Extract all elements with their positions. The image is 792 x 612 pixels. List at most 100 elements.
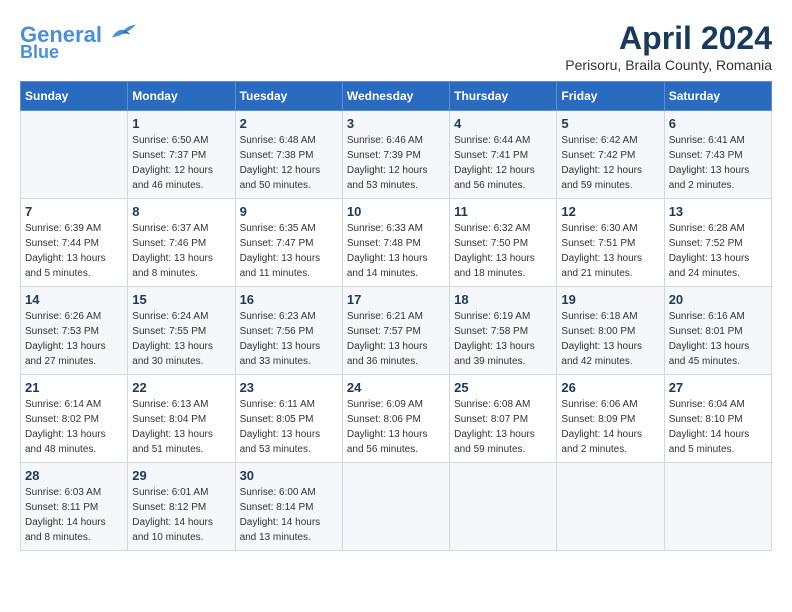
calendar-header-row: SundayMondayTuesdayWednesdayThursdayFrid… [21, 82, 772, 111]
day-number: 19 [561, 292, 659, 307]
day-number: 16 [240, 292, 338, 307]
day-number: 6 [669, 116, 767, 131]
day-number: 5 [561, 116, 659, 131]
page-header: General Blue April 2024 Perisoru, Braila… [20, 20, 772, 73]
logo-bird-icon [110, 20, 138, 42]
day-info: Sunrise: 6:32 AMSunset: 7:50 PMDaylight:… [454, 221, 552, 281]
calendar-cell: 17 Sunrise: 6:21 AMSunset: 7:57 PMDayligh… [342, 287, 449, 375]
calendar-cell: 14Sunrise: 6:26 AMSunset: 7:53 PMDayligh… [21, 287, 128, 375]
calendar-cell: 22Sunrise: 6:13 AMSunset: 8:04 PMDayligh… [128, 375, 235, 463]
calendar-cell [342, 463, 449, 551]
calendar-cell: 5 Sunrise: 6:42 AMSunset: 7:42 PMDaylight… [557, 111, 664, 199]
day-number: 26 [561, 380, 659, 395]
day-number: 25 [454, 380, 552, 395]
subtitle: Perisoru, Braila County, Romania [565, 57, 772, 73]
day-number: 12 [561, 204, 659, 219]
day-info: Sunrise: 6:39 AMSunset: 7:44 PMDaylight:… [25, 221, 123, 281]
calendar-cell: 15Sunrise: 6:24 AMSunset: 7:55 PMDayligh… [128, 287, 235, 375]
day-info: Sunrise: 6:19 AMSunset: 7:58 PMDaylight:… [454, 309, 552, 369]
month-title: April 2024 [565, 20, 772, 57]
day-info: Sunrise: 6:00 AMSunset: 8:14 PMDaylight:… [240, 485, 338, 545]
day-number: 21 [25, 380, 123, 395]
week-row-2: 7 Sunrise: 6:39 AMSunset: 7:44 PMDaylight… [21, 199, 772, 287]
day-info: Sunrise: 6:01 AMSunset: 8:12 PMDaylight:… [132, 485, 230, 545]
day-info: Sunrise: 6:30 AMSunset: 7:51 PMDaylight:… [561, 221, 659, 281]
header-tuesday: Tuesday [235, 82, 342, 111]
day-info: Sunrise: 6:35 AMSunset: 7:47 PMDaylight:… [240, 221, 338, 281]
day-info: Sunrise: 6:44 AMSunset: 7:41 PMDaylight:… [454, 133, 552, 193]
calendar-cell: 18 Sunrise: 6:19 AMSunset: 7:58 PMDayligh… [450, 287, 557, 375]
day-info: Sunrise: 6:03 AMSunset: 8:11 PMDaylight:… [25, 485, 123, 545]
week-row-3: 14Sunrise: 6:26 AMSunset: 7:53 PMDayligh… [21, 287, 772, 375]
day-info: Sunrise: 6:50 AMSunset: 7:37 PMDaylight:… [132, 133, 230, 193]
calendar-cell [450, 463, 557, 551]
day-number: 8 [132, 204, 230, 219]
calendar-cell: 4 Sunrise: 6:44 AMSunset: 7:41 PMDaylight… [450, 111, 557, 199]
week-row-5: 28 Sunrise: 6:03 AMSunset: 8:11 PMDayligh… [21, 463, 772, 551]
calendar-cell [557, 463, 664, 551]
day-info: Sunrise: 6:37 AMSunset: 7:46 PMDaylight:… [132, 221, 230, 281]
header-thursday: Thursday [450, 82, 557, 111]
calendar-cell: 16 Sunrise: 6:23 AMSunset: 7:56 PMDayligh… [235, 287, 342, 375]
day-info: Sunrise: 6:26 AMSunset: 7:53 PMDaylight:… [25, 309, 123, 369]
day-info: Sunrise: 6:46 AMSunset: 7:39 PMDaylight:… [347, 133, 445, 193]
calendar-cell: 1Sunrise: 6:50 AMSunset: 7:37 PMDaylight… [128, 111, 235, 199]
day-info: Sunrise: 6:06 AMSunset: 8:09 PMDaylight:… [561, 397, 659, 457]
calendar-cell: 8 Sunrise: 6:37 AMSunset: 7:46 PMDaylight… [128, 199, 235, 287]
header-saturday: Saturday [664, 82, 771, 111]
header-wednesday: Wednesday [342, 82, 449, 111]
day-number: 28 [25, 468, 123, 483]
calendar-cell [21, 111, 128, 199]
day-info: Sunrise: 6:09 AMSunset: 8:06 PMDaylight:… [347, 397, 445, 457]
calendar-cell: 26 Sunrise: 6:06 AMSunset: 8:09 PMDayligh… [557, 375, 664, 463]
calendar-cell: 6 Sunrise: 6:41 AMSunset: 7:43 PMDaylight… [664, 111, 771, 199]
calendar-cell: 28 Sunrise: 6:03 AMSunset: 8:11 PMDayligh… [21, 463, 128, 551]
day-number: 13 [669, 204, 767, 219]
calendar-cell [664, 463, 771, 551]
day-info: Sunrise: 6:48 AMSunset: 7:38 PMDaylight:… [240, 133, 338, 193]
header-monday: Monday [128, 82, 235, 111]
day-info: Sunrise: 6:18 AMSunset: 8:00 PMDaylight:… [561, 309, 659, 369]
title-block: April 2024 Perisoru, Braila County, Roma… [565, 20, 772, 73]
day-info: Sunrise: 6:11 AMSunset: 8:05 PMDaylight:… [240, 397, 338, 457]
calendar-cell: 21 Sunrise: 6:14 AMSunset: 8:02 PMDayligh… [21, 375, 128, 463]
day-info: Sunrise: 6:42 AMSunset: 7:42 PMDaylight:… [561, 133, 659, 193]
day-info: Sunrise: 6:16 AMSunset: 8:01 PMDaylight:… [669, 309, 767, 369]
day-info: Sunrise: 6:13 AMSunset: 8:04 PMDaylight:… [132, 397, 230, 457]
day-info: Sunrise: 6:28 AMSunset: 7:52 PMDaylight:… [669, 221, 767, 281]
day-number: 18 [454, 292, 552, 307]
day-number: 15 [132, 292, 230, 307]
calendar-cell: 23 Sunrise: 6:11 AMSunset: 8:05 PMDayligh… [235, 375, 342, 463]
logo: General Blue [20, 20, 138, 63]
calendar-cell: 11 Sunrise: 6:32 AMSunset: 7:50 PMDayligh… [450, 199, 557, 287]
calendar-cell: 3 Sunrise: 6:46 AMSunset: 7:39 PMDaylight… [342, 111, 449, 199]
calendar-cell: 13 Sunrise: 6:28 AMSunset: 7:52 PMDayligh… [664, 199, 771, 287]
day-info: Sunrise: 6:33 AMSunset: 7:48 PMDaylight:… [347, 221, 445, 281]
day-number: 30 [240, 468, 338, 483]
calendar-cell: 30 Sunrise: 6:00 AMSunset: 8:14 PMDayligh… [235, 463, 342, 551]
day-number: 23 [240, 380, 338, 395]
calendar-cell: 9Sunrise: 6:35 AMSunset: 7:47 PMDaylight… [235, 199, 342, 287]
day-info: Sunrise: 6:41 AMSunset: 7:43 PMDaylight:… [669, 133, 767, 193]
calendar-cell: 25Sunrise: 6:08 AMSunset: 8:07 PMDayligh… [450, 375, 557, 463]
day-info: Sunrise: 6:14 AMSunset: 8:02 PMDaylight:… [25, 397, 123, 457]
day-info: Sunrise: 6:04 AMSunset: 8:10 PMDaylight:… [669, 397, 767, 457]
day-number: 29 [132, 468, 230, 483]
week-row-4: 21 Sunrise: 6:14 AMSunset: 8:02 PMDayligh… [21, 375, 772, 463]
day-info: Sunrise: 6:23 AMSunset: 7:56 PMDaylight:… [240, 309, 338, 369]
calendar-cell: 10 Sunrise: 6:33 AMSunset: 7:48 PMDayligh… [342, 199, 449, 287]
calendar-cell: 27Sunrise: 6:04 AMSunset: 8:10 PMDayligh… [664, 375, 771, 463]
calendar-cell: 29 Sunrise: 6:01 AMSunset: 8:12 PMDayligh… [128, 463, 235, 551]
calendar-cell: 19 Sunrise: 6:18 AMSunset: 8:00 PMDayligh… [557, 287, 664, 375]
day-number: 7 [25, 204, 123, 219]
day-info: Sunrise: 6:21 AMSunset: 7:57 PMDaylight:… [347, 309, 445, 369]
day-number: 11 [454, 204, 552, 219]
day-number: 17 [347, 292, 445, 307]
day-number: 2 [240, 116, 338, 131]
week-row-1: 1Sunrise: 6:50 AMSunset: 7:37 PMDaylight… [21, 111, 772, 199]
header-friday: Friday [557, 82, 664, 111]
day-number: 20 [669, 292, 767, 307]
day-number: 3 [347, 116, 445, 131]
day-number: 10 [347, 204, 445, 219]
day-number: 4 [454, 116, 552, 131]
